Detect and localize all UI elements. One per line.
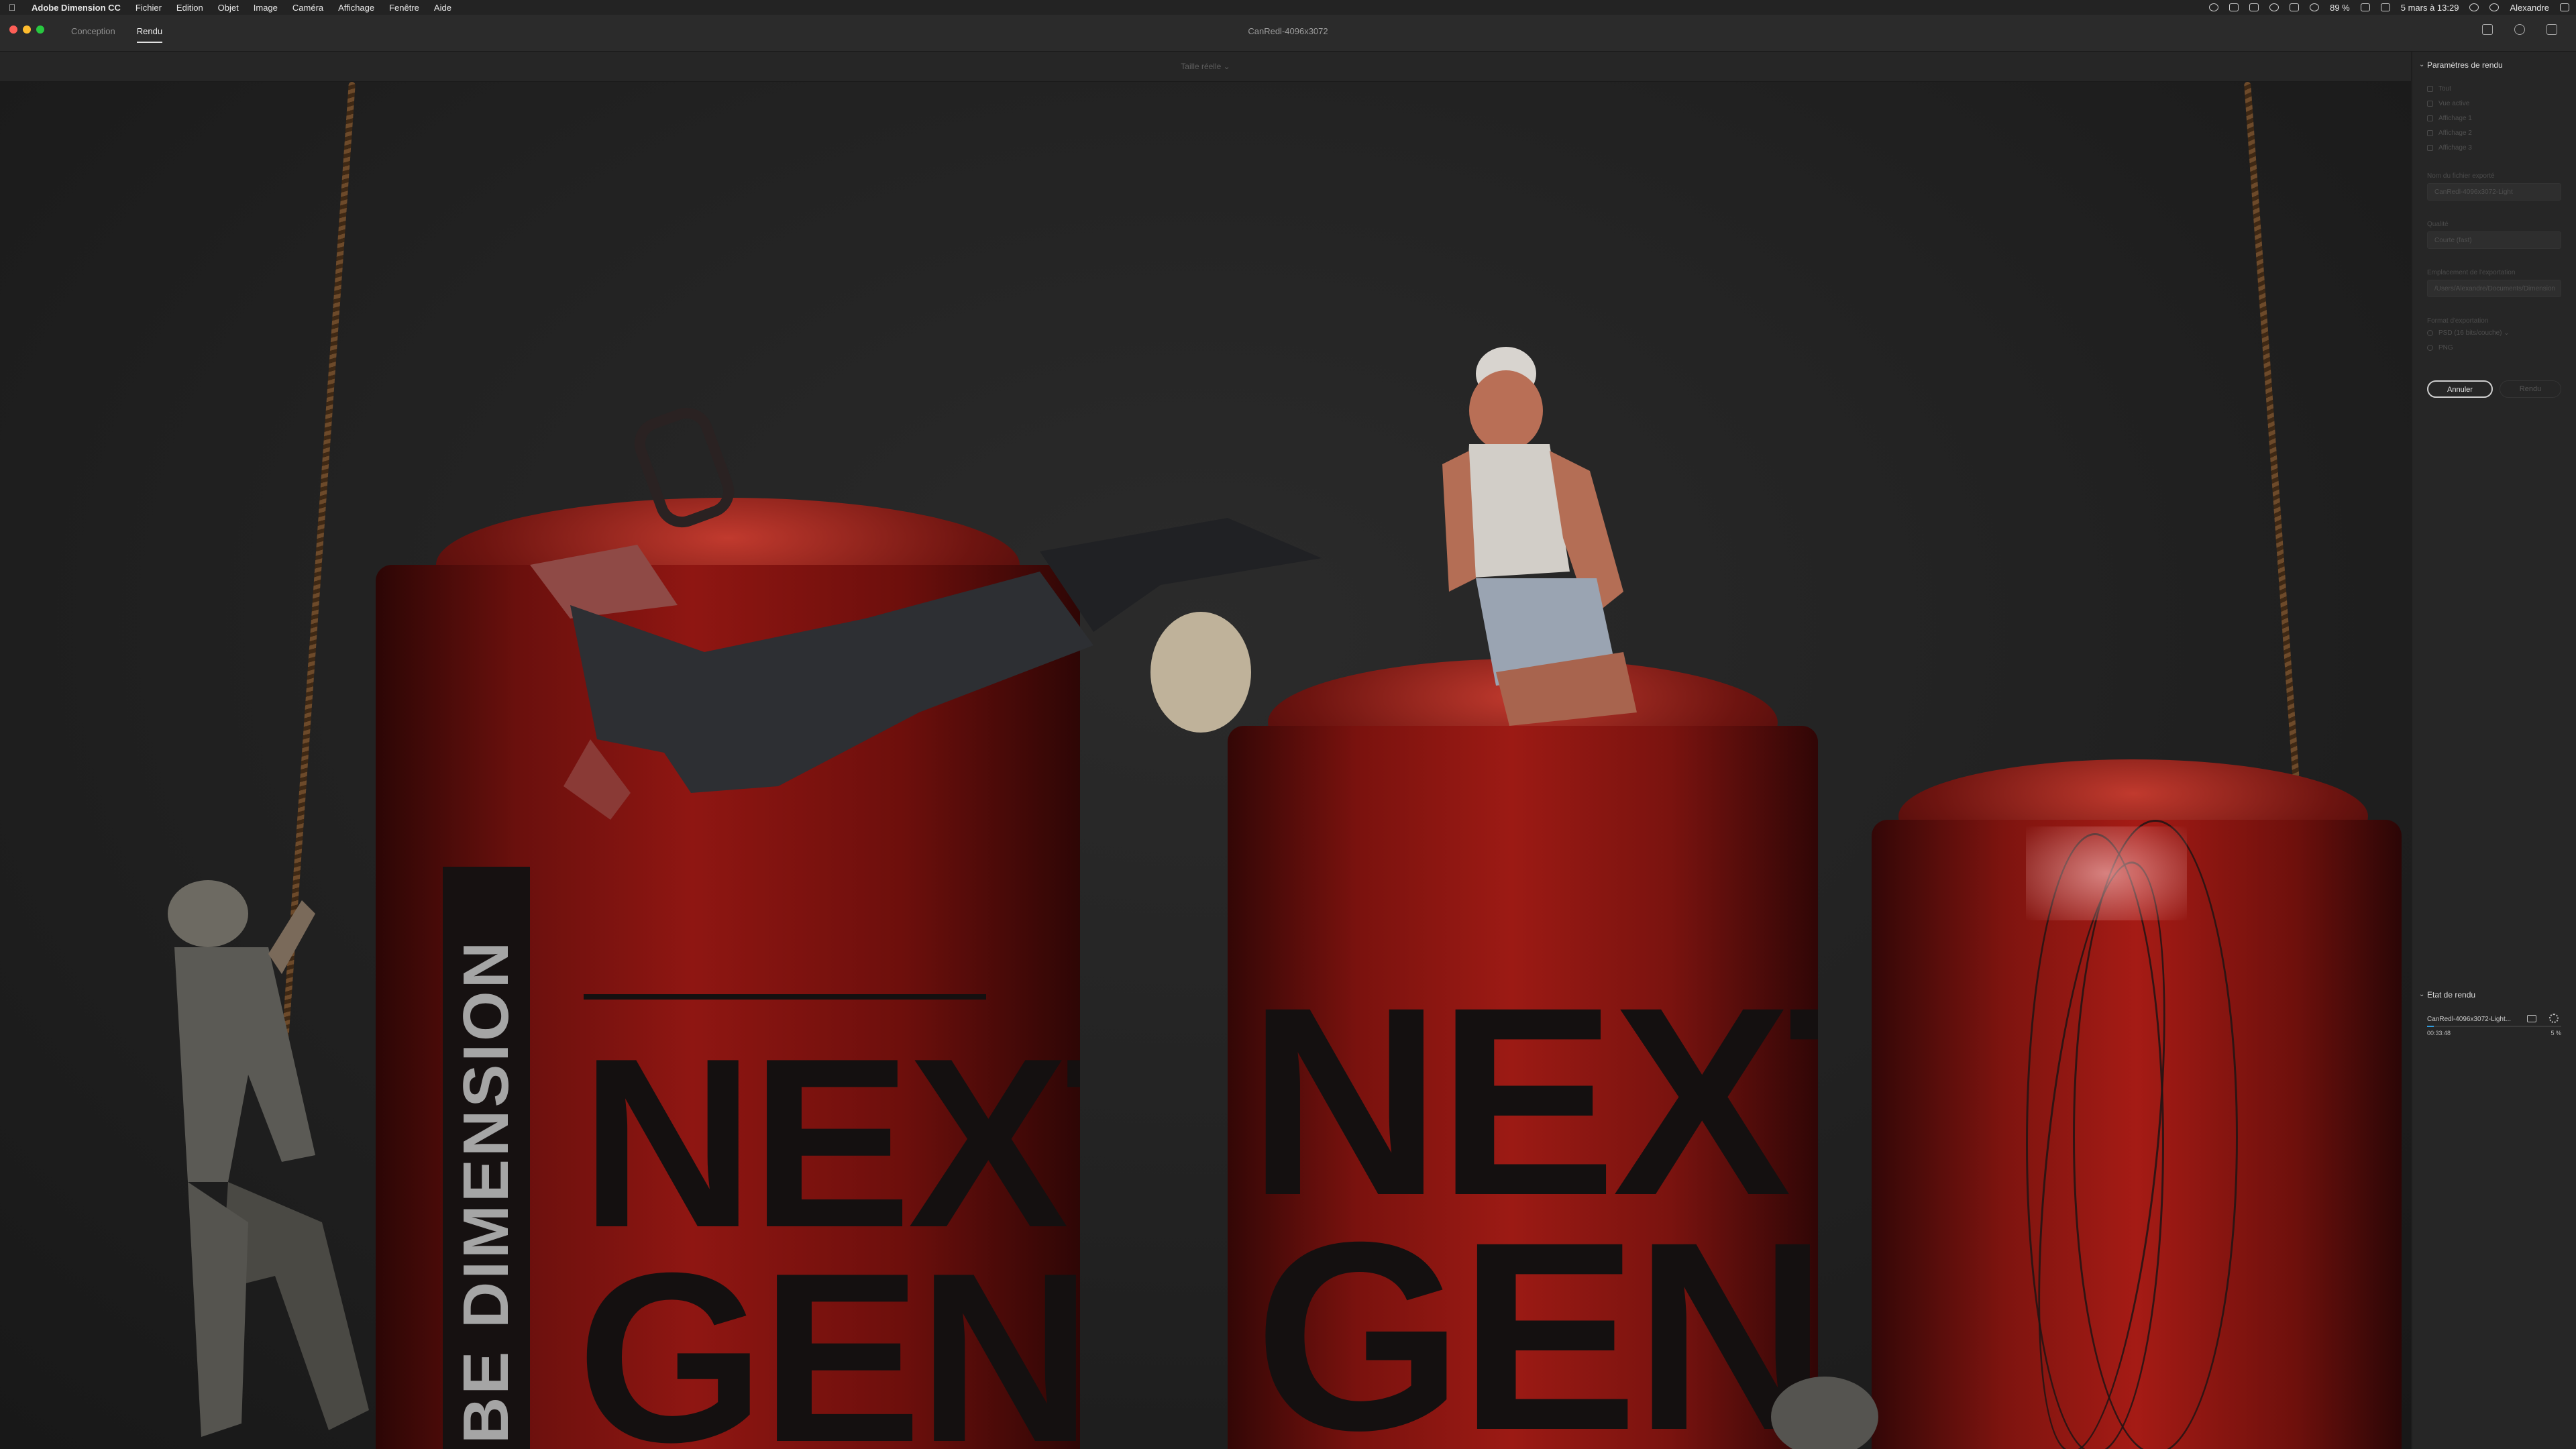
option-vue-active[interactable]: Vue active <box>2427 100 2469 107</box>
menu-objet[interactable]: Objet <box>211 3 246 13</box>
menu-bar:  Adobe Dimension CC Fichier Edition Obj… <box>0 0 2576 15</box>
menu-fenetre[interactable]: Fenêtre <box>382 3 427 13</box>
render-status-header[interactable]: ⌄ Etat de rendu <box>2412 985 2576 1004</box>
document-title: CanRedl-4096x3072 <box>1248 26 1328 36</box>
file-name-label: Nom du fichier exporté <box>2427 172 2495 180</box>
dropbox-icon[interactable] <box>2249 3 2259 11</box>
checkbox[interactable] <box>2427 86 2433 92</box>
menu-image[interactable]: Image <box>246 3 285 13</box>
export-location-label: Emplacement de l'exportation <box>2427 269 2516 276</box>
menu-affichage[interactable]: Affichage <box>331 3 382 13</box>
feedback-icon[interactable] <box>2546 24 2557 35</box>
option-affichage-2[interactable]: Affichage 2 <box>2427 129 2472 137</box>
radio[interactable] <box>2427 330 2433 336</box>
checkbox[interactable] <box>2427 145 2433 151</box>
share-icon[interactable] <box>2482 24 2493 35</box>
bluetooth-icon[interactable] <box>2290 3 2300 11</box>
can-2-line-2: GEN <box>1254 1186 1818 1449</box>
time-machine-icon[interactable] <box>2269 3 2279 11</box>
volume-icon[interactable] <box>2380 3 2390 11</box>
quality-label: Qualité <box>2427 221 2449 228</box>
render-settings-header[interactable]: ⌄ Paramètres de rendu <box>2412 56 2576 74</box>
help-icon[interactable] <box>2514 24 2525 35</box>
render-status-title: Etat de rendu <box>2427 990 2476 1000</box>
figure-sitting <box>1442 347 1637 726</box>
can-1-side-text: BE DIMENSION <box>450 938 522 1444</box>
menu-camera[interactable]: Caméra <box>285 3 331 13</box>
status-tray: 89 % 5 mars à 13:29 Alexandre <box>2209 0 2569 15</box>
menu-edition[interactable]: Edition <box>169 3 211 13</box>
render-settings-title: Paramètres de rendu <box>2427 60 2503 70</box>
creative-cloud-icon[interactable] <box>2229 3 2239 11</box>
figure-climber <box>168 880 369 1437</box>
appbar-actions <box>2482 24 2557 35</box>
shield-icon[interactable] <box>2209 3 2219 11</box>
apple-icon[interactable]:  <box>0 2 24 13</box>
render-percent: 5 % <box>2551 1030 2561 1036</box>
chevron-down-icon: ⌄ <box>2419 991 2425 998</box>
wifi-icon[interactable] <box>2310 3 2320 11</box>
quality-select[interactable]: Courte (fast) <box>2427 231 2561 249</box>
search-icon[interactable] <box>2469 3 2479 11</box>
render-elapsed-time: 00:33:48 <box>2427 1030 2451 1036</box>
format-png-option[interactable]: PNG <box>2427 344 2453 352</box>
battery-percent: 89 % <box>2330 2 2350 13</box>
can-1-line-1: NEXT <box>580 1008 1080 1278</box>
cancel-button[interactable]: Annuler <box>2427 380 2493 398</box>
figure-bottom <box>1771 1377 1878 1449</box>
battery-icon[interactable] <box>2360 3 2370 11</box>
export-format-label: Format d'exportation <box>2427 317 2489 325</box>
render-canvas[interactable]: BE DIMENSION NEXT GEN NEXT GEN <box>0 82 2411 1449</box>
gear-icon[interactable] <box>2549 1014 2559 1023</box>
option-label: Affichage 2 <box>2438 129 2472 137</box>
checkbox[interactable] <box>2427 130 2433 136</box>
zoom-dropdown[interactable]: Taille réelle ⌄ <box>0 52 2411 81</box>
file-name-input[interactable]: CanRedl-4096x3072-Light <box>2427 183 2561 201</box>
option-label: Tout <box>2438 85 2451 93</box>
option-affichage-3[interactable]: Affichage 3 <box>2427 144 2472 152</box>
rope-right <box>2244 82 2300 778</box>
menubar-clock[interactable]: 5 mars à 13:29 <box>2401 3 2459 13</box>
radio[interactable] <box>2427 345 2433 351</box>
chevron-down-icon: ⌄ <box>2419 61 2425 68</box>
option-label: Affichage 3 <box>2438 144 2472 152</box>
viewport-header: Taille réelle ⌄ <box>0 52 2411 82</box>
camera-icon[interactable] <box>2527 1015 2536 1022</box>
render-progress-fill <box>2427 1026 2434 1027</box>
menu-fichier[interactable]: Fichier <box>128 3 169 13</box>
notification-center-icon[interactable] <box>2560 3 2569 11</box>
option-label: Affichage 1 <box>2438 115 2472 122</box>
app-title-bar: Conception Rendu CanRedl-4096x3072 <box>0 15 2576 52</box>
option-tout[interactable]: Tout <box>2427 85 2451 93</box>
can-1-divider <box>584 994 986 1000</box>
figure-diver <box>530 518 1322 820</box>
format-psd-label[interactable]: PSD (16 bits/couche) ⌄ <box>2438 329 2510 337</box>
menubar-user[interactable]: Alexandre <box>2510 3 2549 13</box>
can-1-line-2: GEN <box>577 1223 1080 1449</box>
format-psd-option[interactable]: PSD (16 bits/couche) ⌄ <box>2427 329 2510 337</box>
format-png-label: PNG <box>2438 344 2453 352</box>
render-button[interactable]: Rendu <box>2500 380 2561 398</box>
can-3-body <box>1872 820 2402 1449</box>
menu-aide[interactable]: Aide <box>427 3 459 13</box>
option-label: Vue active <box>2438 100 2470 107</box>
menu-app-name[interactable]: Adobe Dimension CC <box>24 3 128 13</box>
option-affichage-1[interactable]: Affichage 1 <box>2427 115 2472 122</box>
checkbox[interactable] <box>2427 115 2433 121</box>
can-3-highlight <box>2026 826 2187 920</box>
checkbox[interactable] <box>2427 101 2433 107</box>
render-job-file: CanRedl-4096x3072-Light... <box>2427 1016 2512 1023</box>
right-panel: ⌄ Paramètres de rendu Tout Vue active Af… <box>2412 52 2576 1449</box>
render-progress-bar <box>2427 1026 2561 1027</box>
user-avatar-icon[interactable] <box>2489 3 2500 11</box>
export-location-input[interactable]: /Users/Alexandre/Documents/Dimension <box>2427 280 2561 297</box>
